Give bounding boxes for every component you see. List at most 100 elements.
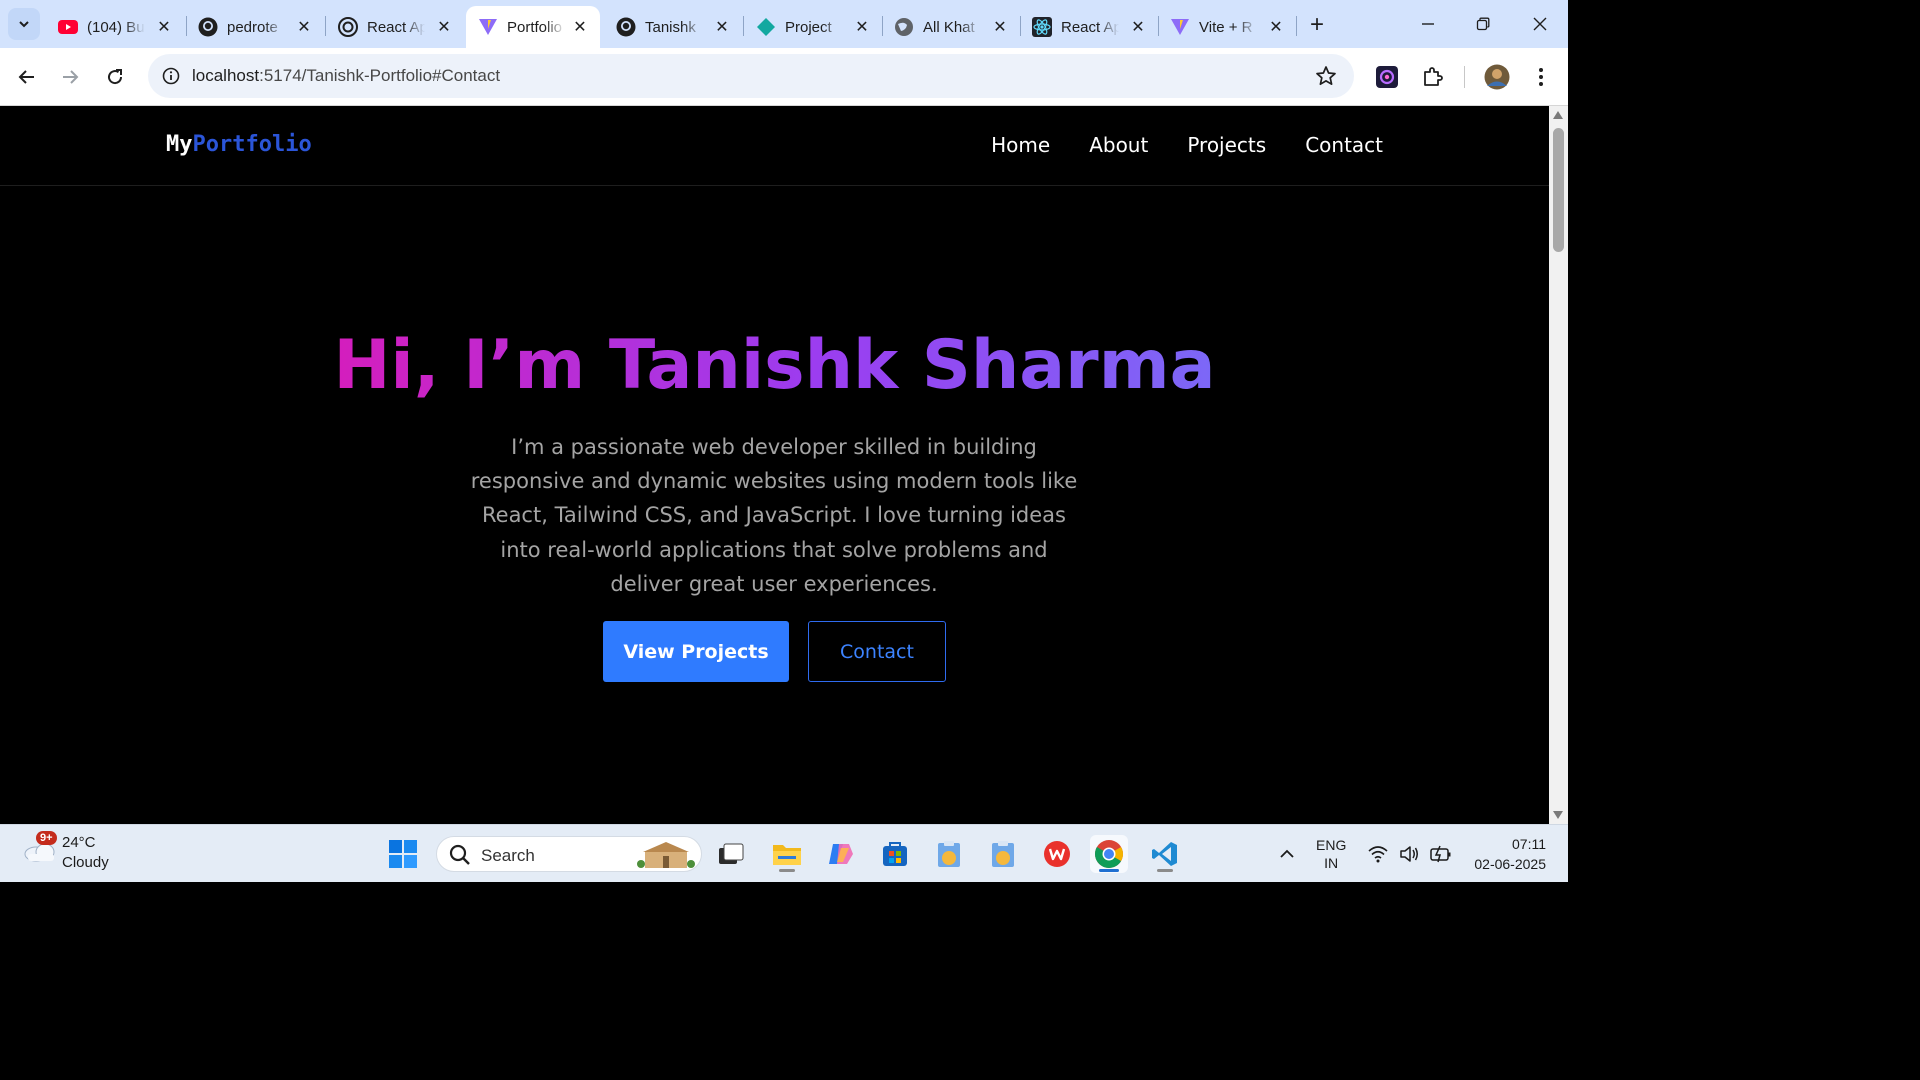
react-icon [1032,17,1052,37]
avatar [1484,64,1510,90]
back-button[interactable] [10,60,44,94]
tab-youtube[interactable]: (104) Bu ✕ [46,6,184,48]
site-nav-links: Home About Projects Contact [991,133,1383,157]
minimize-icon [1422,23,1434,25]
tab-project[interactable]: Project ✕ [744,6,882,48]
contact-button[interactable]: Contact [808,621,946,682]
tab-react-app-1[interactable]: React Ap ✕ [326,6,464,48]
clipboard-app-button-1[interactable] [930,835,968,873]
tab-all-khat[interactable]: All Khat ✕ [882,6,1020,48]
nav-projects[interactable]: Projects [1187,133,1266,157]
tab-github-pedrote[interactable]: pedrote ✕ [186,6,324,48]
page-scrollbar[interactable] [1549,106,1568,824]
tab-title: Tanishk [645,18,696,36]
close-icon[interactable]: ✕ [154,17,174,37]
puzzle-icon [1424,67,1443,86]
profile-button[interactable] [1482,62,1512,92]
restore-button[interactable] [1463,8,1503,40]
chevron-down-icon [19,21,29,28]
store-icon [883,842,907,866]
hero-line: deliver great user experiences. [610,571,938,596]
kebab-menu-icon [1539,68,1543,86]
tab-title: (104) Bu [87,18,145,36]
close-icon[interactable]: ✕ [1128,17,1148,37]
extension-button[interactable] [1372,62,1402,92]
search-highlight-art-icon [637,842,695,868]
new-tab-button[interactable]: + [1304,11,1330,38]
nav-home[interactable]: Home [991,133,1050,157]
show-hidden-icons-button[interactable] [1268,835,1306,873]
vscode-button[interactable] [1146,835,1184,873]
copilot-icon [829,844,853,864]
vite-icon [1170,17,1190,37]
taskbar-search[interactable]: Search [436,836,702,872]
weather-temperature: 24°C [62,834,96,851]
hero-title-text: Hi, I’m Tanishk Sharma [333,326,1216,405]
nav-contact[interactable]: Contact [1305,133,1383,157]
taskbar-clock[interactable]: 07:11 02-06-2025 [1466,834,1546,874]
input-language-indicator[interactable]: ENG IN [1316,836,1346,872]
file-explorer-button[interactable] [768,835,806,873]
bookmark-star-icon[interactable] [1314,64,1338,88]
globe-icon [894,17,914,37]
close-icon[interactable]: ✕ [570,17,590,37]
task-view-button[interactable] [712,835,750,873]
tab-title: Project [785,18,832,36]
nav-about[interactable]: About [1089,133,1148,157]
reload-button[interactable] [98,60,132,94]
arrow-right-icon [63,70,79,84]
logo-portfolio: Portfolio [192,132,312,157]
browser-menu-button[interactable] [1526,62,1556,92]
extensions-menu-button[interactable] [1418,62,1448,92]
tab-react-app-2[interactable]: React Ap ✕ [1020,6,1158,48]
minimize-button[interactable] [1408,8,1448,40]
windows-logo-icon [389,840,417,868]
forward-button[interactable] [53,60,87,94]
close-icon[interactable]: ✕ [990,17,1010,37]
vscode-icon [1152,842,1177,866]
clipboard-app-button-2[interactable] [984,835,1022,873]
close-icon[interactable]: ✕ [712,17,732,37]
extension-swirl-icon [1376,66,1398,88]
tab-vite-react[interactable]: Vite + R ✕ [1158,6,1296,48]
view-projects-button[interactable]: View Projects [603,621,789,682]
wps-office-icon [1044,841,1070,867]
diamond-icon [756,17,776,37]
browser-toolbar: localhost:5174/Tanishk-Portfolio#Contact [0,48,1568,106]
hero-line: responsive and dynamic websites using mo… [470,469,1078,494]
tab-github-tanishk[interactable]: Tanishk ✕ [604,6,742,48]
toolbar-divider [1464,66,1465,88]
battery-charging-icon [1430,845,1451,863]
logo-my: My [166,132,193,157]
wps-office-button[interactable] [1038,835,1076,873]
close-icon[interactable]: ✕ [1266,17,1286,37]
address-bar[interactable]: localhost:5174/Tanishk-Portfolio#Contact [148,54,1354,98]
clock-time: 07:11 [1512,836,1546,852]
close-icon[interactable]: ✕ [294,17,314,37]
close-icon[interactable]: ✕ [852,17,872,37]
tab-strip: (104) Bu ✕ pedrote ✕ React Ap ✕ Portfoli… [0,0,1568,48]
tab-title: React Ap [367,18,425,36]
start-button[interactable] [384,835,422,873]
chrome-button[interactable] [1090,835,1128,873]
close-window-button[interactable] [1520,8,1560,40]
scrollbar-thumb[interactable] [1553,128,1564,252]
copilot-button[interactable] [822,835,860,873]
site-info-icon[interactable] [160,65,182,87]
weather-condition: Cloudy [62,854,109,871]
tab-portfolio[interactable]: Portfolio ✕ [466,6,600,48]
tab-title: pedrote [227,18,278,36]
github-icon [616,17,636,37]
site-logo[interactable]: MyPortfolio [166,132,312,157]
hero-title: Hi, I’m Tanishk Sharma [0,326,1549,405]
tab-search-button[interactable] [8,8,40,40]
close-icon[interactable]: ✕ [434,17,454,37]
url-text: localhost:5174/Tanishk-Portfolio#Contact [192,66,500,86]
tab-title: Vite + R [1199,18,1253,36]
scroll-up-arrow-icon[interactable] [1553,111,1563,119]
hero-line: I’m a passionate web developer skilled i… [511,435,1037,459]
microsoft-store-button[interactable] [876,835,914,873]
running-indicator [1099,869,1119,872]
scroll-down-arrow-icon[interactable] [1553,811,1563,819]
quick-settings-button[interactable] [1362,835,1458,873]
